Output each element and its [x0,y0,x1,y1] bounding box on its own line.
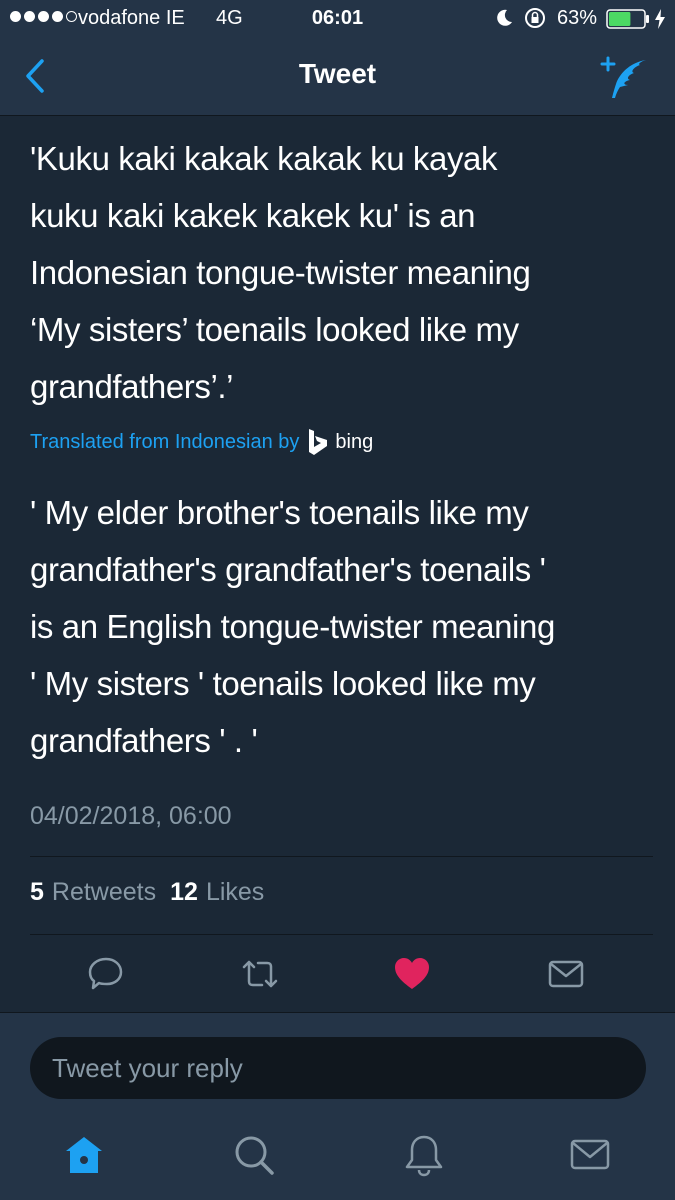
retweets-label: Retweets [51,878,157,906]
tweet-text: 'Kuku kaki kakak kakak ku kayak kuku kak… [30,140,531,405]
top-bar: vodafone IE 4G 06:01 63% Tweet [0,0,675,116]
messages-mail-icon[interactable] [568,1133,612,1177]
compose-tweet-icon[interactable] [598,54,650,100]
retweets-count: 5 [30,878,44,906]
heart-icon[interactable] [392,954,432,994]
tweet-detail-screen: vodafone IE 4G 06:01 63% Tweet 'Kuku kak… [0,0,675,1200]
likes-label: Likes [205,878,265,906]
do-not-disturb-moon-icon [497,9,512,26]
translation-attribution[interactable]: Translated from Indonesian by bing [30,426,373,458]
divider [30,934,653,935]
rotation-lock-icon [525,8,545,28]
tweet-reply-input[interactable] [30,1037,646,1099]
reply-composer-bar [0,1012,675,1200]
bing-icon [309,429,328,455]
status-bar: vodafone IE 4G 06:01 63% [0,0,675,38]
battery-percentage: 63% [557,7,598,29]
tweet-actions [0,940,675,1010]
bing-logo: bing [307,428,373,456]
search-icon[interactable] [232,1133,276,1177]
retweet-icon[interactable] [240,954,280,994]
reply-icon[interactable] [86,954,126,994]
translated-label: Translated from Indonesian by [30,430,300,453]
page-title: Tweet [298,58,377,89]
home-icon[interactable] [62,1133,106,1177]
likes-stat[interactable]: 12 Likes [170,878,264,907]
bing-label: bing [335,430,374,453]
translated-text: ' My elder brother's toenails like my gr… [30,494,555,759]
engagement-stats: 5 Retweets 12 Likes [30,878,270,907]
tweet-timestamp: 04/02/2018, 06:00 [30,802,232,830]
likes-count: 12 [170,878,198,906]
charging-bolt-icon [655,9,665,29]
battery-icon [606,9,649,29]
divider [30,856,653,857]
mail-icon[interactable] [546,954,586,994]
bell-icon[interactable] [402,1133,446,1177]
retweets-stat[interactable]: 5 Retweets [30,878,156,907]
